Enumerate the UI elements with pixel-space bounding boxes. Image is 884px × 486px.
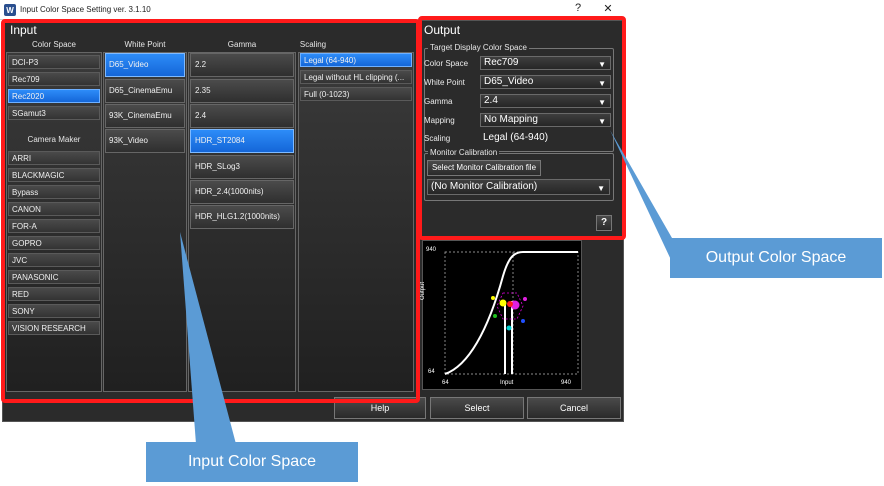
output-callout-pointer	[610, 130, 672, 262]
output-callout-text: Output Color Space	[705, 249, 847, 266]
output-callout: Output Color Space	[670, 238, 882, 278]
input-callout-text: Input Color Space	[187, 453, 317, 470]
input-callout: Input Color Space	[146, 442, 358, 482]
input-callout-pointer	[180, 232, 236, 444]
